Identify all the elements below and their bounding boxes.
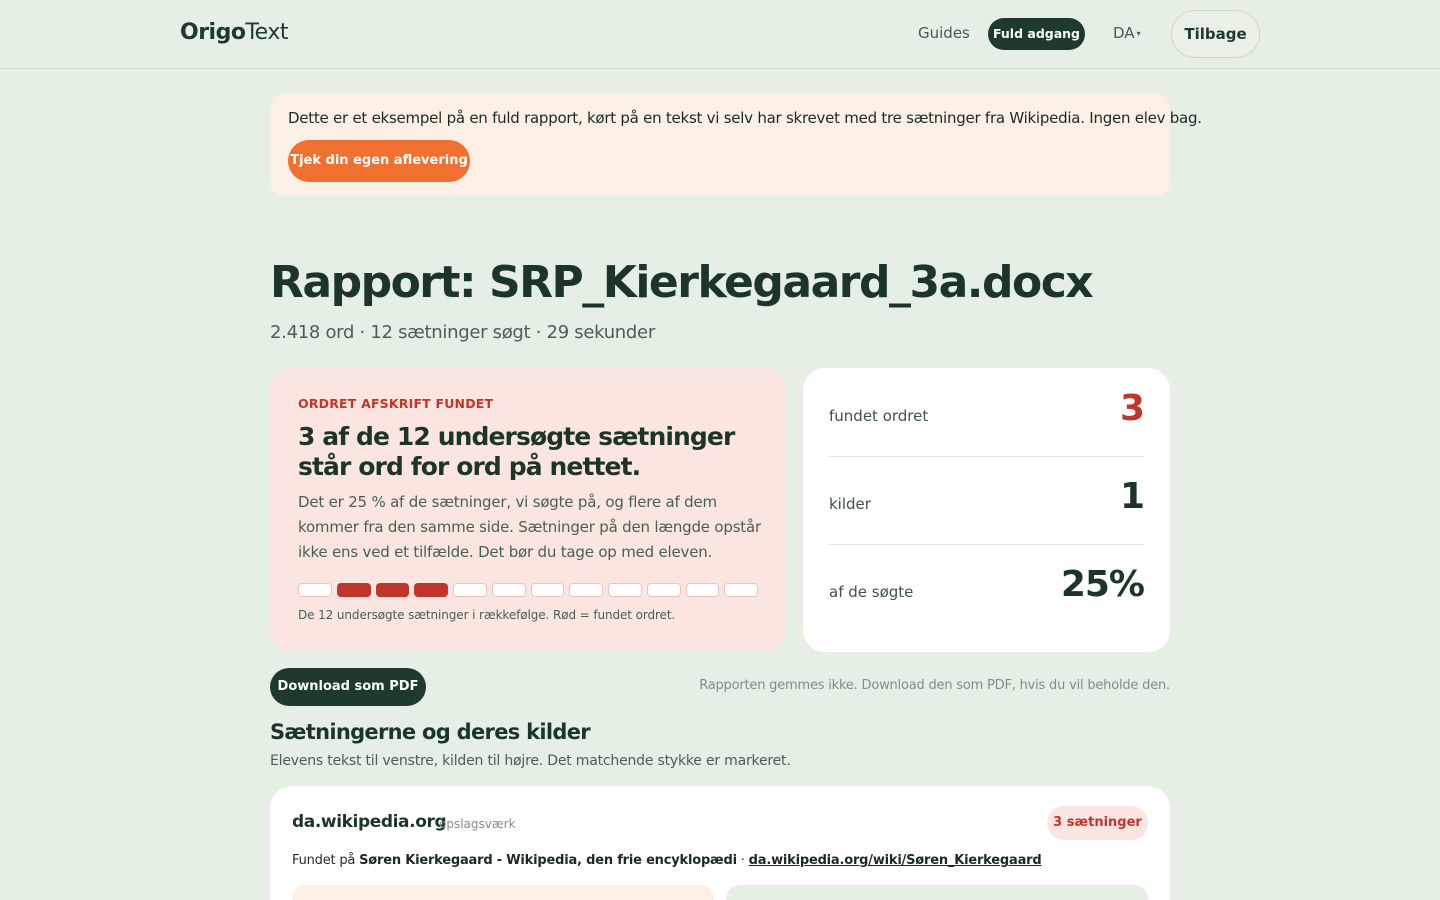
separator: · [740,853,745,868]
stat-row-verbatim: fundet ordret 3 [829,368,1145,456]
download-pdf-button[interactable]: Download som PDF [270,668,426,706]
nav-guides-link[interactable]: Guides [918,24,970,42]
stat-row-sources: kilder 1 [829,456,1145,544]
page-title: Rapport: SRP_Kierkegaard_3a.docx [270,257,1094,308]
source-card: da.wikipedia.org opslagsværk 3 sætninger… [270,786,1170,900]
stat-value: 25% [1060,564,1145,605]
found-prefix: Fundet på [292,853,356,868]
source-found-line: Fundet på Søren Kierkegaard - Wikipedia,… [292,853,1042,868]
back-button[interactable]: Tilbage [1171,10,1260,58]
sentence-cell [453,583,487,597]
source-type: opslagsværk [439,817,516,831]
source-text-pane [726,885,1148,900]
sentence-cell [530,583,565,597]
sentence-strip-caption: De 12 undersøgte sætninger i rækkefølge.… [298,608,676,622]
banner-text: Dette er et eksempel på en fuld rapport,… [288,109,1202,127]
sentence-cell-hit [336,583,371,597]
result-kicker: ORDRET AFSKRIFT FUNDET [298,396,494,411]
example-banner: Dette er et eksempel på en fuld rapport,… [270,93,1202,196]
logo[interactable]: OrigoText [180,20,288,45]
sentence-cell-hit [375,583,410,597]
sentence-cell [491,583,526,597]
sentence-count-badge: 3 sætninger [1047,806,1148,840]
result-summary-card: ORDRET AFSKRIFT FUNDET 3 af de 12 unders… [270,368,786,652]
sentence-hit-strip [298,583,758,597]
sources-section-title: Sætningerne og deres kilder [270,720,591,744]
result-headline: 3 af de 12 undersøgte sætninger står ord… [298,422,735,481]
student-text-pane [292,885,714,900]
language-selector[interactable]: DA ▾ [1113,24,1141,42]
sentence-cell [298,583,332,597]
stat-value: 1 [1119,476,1145,517]
full-access-button[interactable]: Fuld adgang [988,18,1085,50]
check-own-submission-button[interactable]: Tjek din egen aflevering [288,140,470,182]
sentence-cell [608,583,642,597]
source-domain: da.wikipedia.org [292,812,447,832]
logo-light: Text [245,20,288,45]
stat-label: af de søgte [829,583,914,601]
top-navigation: OrigoText Guides Fuld adgang DA ▾ Tilbage [0,0,1440,69]
logo-bold: Origo [180,20,246,45]
source-url-link[interactable]: da.wikipedia.org/wiki/Søren_Kierkegaard [749,853,1042,868]
source-page-title: Søren Kierkegaard - Wikipedia, den frie … [359,853,737,868]
sentence-cell [724,583,758,597]
stats-card: fundet ordret 3 kilder 1 af de søgte 25% [803,368,1170,652]
report-meta: 2.418 ord · 12 sætninger søgt · 29 sekun… [270,322,655,343]
pdf-note: Rapporten gemmes ikke. Download den som … [699,678,1170,693]
sentence-cell [646,583,681,597]
stat-row-percentage: af de søgte 25% [829,544,1145,632]
sources-section-subtitle: Elevens tekst til venstre, kilden til hø… [270,753,791,769]
sentence-cell [569,583,603,597]
stat-value: 3 [1119,388,1145,429]
language-label: DA [1113,24,1135,42]
sentence-cell-hit [414,583,448,597]
stat-label: kilder [829,495,871,513]
result-body: Det er 25 % af de sætninger, vi søgte på… [298,493,761,561]
sentence-cell [685,583,720,597]
stat-label: fundet ordret [829,407,929,425]
caret-down-icon: ▾ [1136,29,1141,38]
